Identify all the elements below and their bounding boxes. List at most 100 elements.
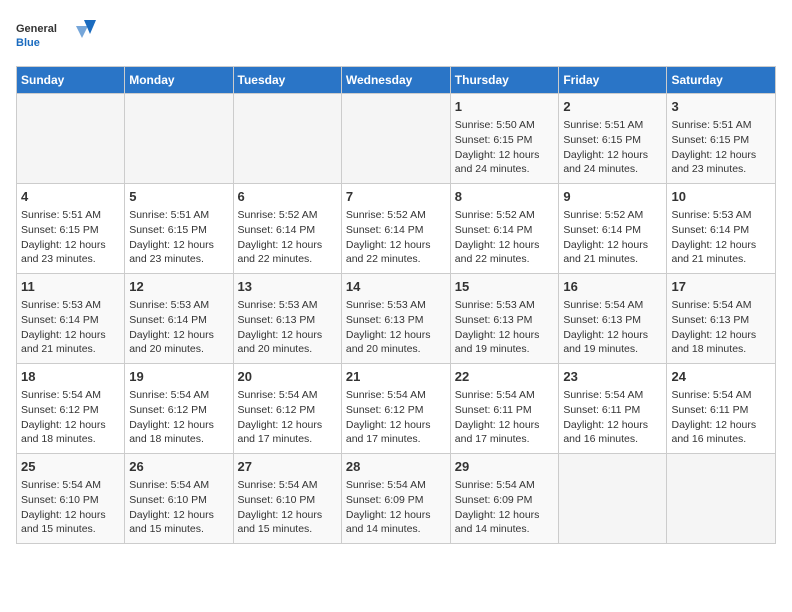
- day-info-text: Daylight: 12 hours: [563, 148, 662, 163]
- day-info-text: Daylight: 12 hours: [238, 238, 337, 253]
- day-info-text: and 15 minutes.: [238, 522, 337, 537]
- calendar-week-row: 4Sunrise: 5:51 AMSunset: 6:15 PMDaylight…: [17, 184, 776, 274]
- day-number: 23: [563, 368, 662, 386]
- day-info-text: Sunset: 6:14 PM: [455, 223, 555, 238]
- calendar-week-row: 11Sunrise: 5:53 AMSunset: 6:14 PMDayligh…: [17, 274, 776, 364]
- calendar-cell: 7Sunrise: 5:52 AMSunset: 6:14 PMDaylight…: [341, 184, 450, 274]
- day-info-text: Sunrise: 5:54 AM: [455, 388, 555, 403]
- day-info-text: Daylight: 12 hours: [346, 508, 446, 523]
- column-header-friday: Friday: [559, 67, 667, 94]
- day-number: 8: [455, 188, 555, 206]
- day-info-text: Daylight: 12 hours: [455, 148, 555, 163]
- day-number: 20: [238, 368, 337, 386]
- calendar-cell: 15Sunrise: 5:53 AMSunset: 6:13 PMDayligh…: [450, 274, 559, 364]
- day-info-text: and 16 minutes.: [563, 432, 662, 447]
- day-info-text: Daylight: 12 hours: [129, 328, 228, 343]
- day-number: 29: [455, 458, 555, 476]
- day-info-text: Sunset: 6:13 PM: [671, 313, 771, 328]
- day-info-text: Sunrise: 5:50 AM: [455, 118, 555, 133]
- column-header-thursday: Thursday: [450, 67, 559, 94]
- day-info-text: and 24 minutes.: [455, 162, 555, 177]
- day-info-text: Sunrise: 5:53 AM: [21, 298, 120, 313]
- day-info-text: and 21 minutes.: [671, 252, 771, 267]
- column-header-monday: Monday: [125, 67, 233, 94]
- calendar-cell: 23Sunrise: 5:54 AMSunset: 6:11 PMDayligh…: [559, 364, 667, 454]
- day-info-text: and 19 minutes.: [455, 342, 555, 357]
- day-info-text: Sunrise: 5:53 AM: [671, 208, 771, 223]
- day-info-text: Sunset: 6:15 PM: [671, 133, 771, 148]
- day-info-text: Sunset: 6:12 PM: [21, 403, 120, 418]
- day-number: 17: [671, 278, 771, 296]
- day-number: 4: [21, 188, 120, 206]
- day-info-text: Sunset: 6:10 PM: [21, 493, 120, 508]
- day-number: 3: [671, 98, 771, 116]
- calendar-cell: [667, 454, 776, 544]
- day-info-text: Sunrise: 5:54 AM: [129, 478, 228, 493]
- day-number: 11: [21, 278, 120, 296]
- day-info-text: Daylight: 12 hours: [21, 238, 120, 253]
- day-number: 5: [129, 188, 228, 206]
- calendar-cell: 16Sunrise: 5:54 AMSunset: 6:13 PMDayligh…: [559, 274, 667, 364]
- day-info-text: Sunset: 6:12 PM: [129, 403, 228, 418]
- day-info-text: Sunrise: 5:52 AM: [238, 208, 337, 223]
- column-header-saturday: Saturday: [667, 67, 776, 94]
- day-info-text: Sunrise: 5:54 AM: [455, 478, 555, 493]
- header-row: SundayMondayTuesdayWednesdayThursdayFrid…: [17, 67, 776, 94]
- day-info-text: Daylight: 12 hours: [671, 148, 771, 163]
- svg-text:Blue: Blue: [16, 37, 40, 49]
- day-info-text: Sunset: 6:14 PM: [563, 223, 662, 238]
- day-info-text: and 18 minutes.: [21, 432, 120, 447]
- day-info-text: Sunset: 6:13 PM: [238, 313, 337, 328]
- calendar-week-row: 18Sunrise: 5:54 AMSunset: 6:12 PMDayligh…: [17, 364, 776, 454]
- day-number: 2: [563, 98, 662, 116]
- day-info-text: Sunrise: 5:51 AM: [129, 208, 228, 223]
- day-info-text: Sunset: 6:14 PM: [129, 313, 228, 328]
- calendar-cell: 18Sunrise: 5:54 AMSunset: 6:12 PMDayligh…: [17, 364, 125, 454]
- day-info-text: Sunrise: 5:54 AM: [563, 298, 662, 313]
- calendar-cell: 28Sunrise: 5:54 AMSunset: 6:09 PMDayligh…: [341, 454, 450, 544]
- day-info-text: Sunset: 6:14 PM: [21, 313, 120, 328]
- column-header-tuesday: Tuesday: [233, 67, 341, 94]
- day-info-text: Sunrise: 5:54 AM: [671, 388, 771, 403]
- day-info-text: Sunrise: 5:52 AM: [346, 208, 446, 223]
- calendar-cell: 25Sunrise: 5:54 AMSunset: 6:10 PMDayligh…: [17, 454, 125, 544]
- day-info-text: Daylight: 12 hours: [563, 238, 662, 253]
- day-info-text: Daylight: 12 hours: [563, 418, 662, 433]
- day-info-text: Daylight: 12 hours: [455, 238, 555, 253]
- day-info-text: Daylight: 12 hours: [129, 418, 228, 433]
- day-info-text: and 23 minutes.: [21, 252, 120, 267]
- day-number: 12: [129, 278, 228, 296]
- day-info-text: Daylight: 12 hours: [455, 328, 555, 343]
- day-info-text: Sunrise: 5:53 AM: [455, 298, 555, 313]
- calendar-cell: 2Sunrise: 5:51 AMSunset: 6:15 PMDaylight…: [559, 94, 667, 184]
- day-info-text: and 15 minutes.: [129, 522, 228, 537]
- day-info-text: and 24 minutes.: [563, 162, 662, 177]
- day-number: 7: [346, 188, 446, 206]
- day-info-text: Sunrise: 5:52 AM: [563, 208, 662, 223]
- day-info-text: Daylight: 12 hours: [21, 508, 120, 523]
- day-info-text: Sunset: 6:14 PM: [238, 223, 337, 238]
- day-info-text: Sunrise: 5:51 AM: [671, 118, 771, 133]
- logo-svg: General Blue: [16, 16, 96, 56]
- day-info-text: Sunset: 6:14 PM: [346, 223, 446, 238]
- day-info-text: Sunset: 6:13 PM: [455, 313, 555, 328]
- calendar-cell: 13Sunrise: 5:53 AMSunset: 6:13 PMDayligh…: [233, 274, 341, 364]
- calendar-cell: 14Sunrise: 5:53 AMSunset: 6:13 PMDayligh…: [341, 274, 450, 364]
- day-info-text: Daylight: 12 hours: [455, 508, 555, 523]
- calendar-cell: 5Sunrise: 5:51 AMSunset: 6:15 PMDaylight…: [125, 184, 233, 274]
- calendar-cell: 24Sunrise: 5:54 AMSunset: 6:11 PMDayligh…: [667, 364, 776, 454]
- calendar-cell: 19Sunrise: 5:54 AMSunset: 6:12 PMDayligh…: [125, 364, 233, 454]
- calendar-cell: 20Sunrise: 5:54 AMSunset: 6:12 PMDayligh…: [233, 364, 341, 454]
- day-info-text: Daylight: 12 hours: [671, 328, 771, 343]
- calendar-cell: 21Sunrise: 5:54 AMSunset: 6:12 PMDayligh…: [341, 364, 450, 454]
- day-info-text: and 14 minutes.: [455, 522, 555, 537]
- day-info-text: Sunset: 6:09 PM: [455, 493, 555, 508]
- day-number: 27: [238, 458, 337, 476]
- day-info-text: Sunrise: 5:54 AM: [346, 478, 446, 493]
- day-info-text: Daylight: 12 hours: [238, 328, 337, 343]
- day-info-text: and 20 minutes.: [238, 342, 337, 357]
- column-header-sunday: Sunday: [17, 67, 125, 94]
- day-info-text: Sunrise: 5:51 AM: [21, 208, 120, 223]
- calendar-cell: [341, 94, 450, 184]
- column-header-wednesday: Wednesday: [341, 67, 450, 94]
